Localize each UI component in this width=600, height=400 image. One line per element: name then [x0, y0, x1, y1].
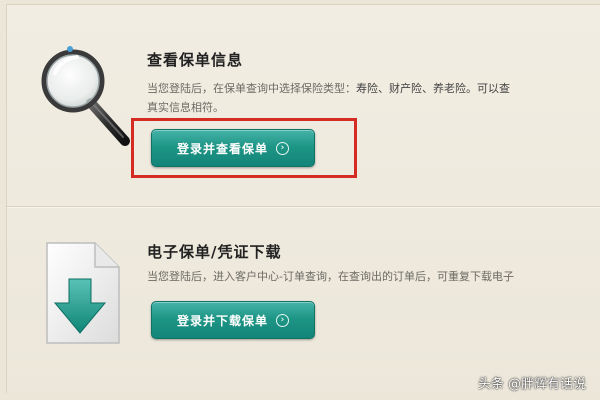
section-divider [7, 206, 600, 208]
download-policy-title: 电子保单/凭证下载 [147, 243, 282, 261]
view-policy-desc-line2: 真实信息相符。 [147, 101, 224, 114]
view-policy-section: 查看保单信息 当您登陆后，在保单查询中选择保险类型：寿险、财产险、养老险。可以查… [7, 5, 600, 205]
document-download-icon [46, 242, 120, 344]
watermark-text: 头条 @胖辉有话说 [477, 377, 586, 392]
login-view-policy-button[interactable]: 登录并查看保单 › [151, 129, 315, 167]
view-policy-description: 当您登陆后，在保单查询中选择保险类型：寿险、财产险、养老险。可以查 真实信息相符… [147, 79, 600, 117]
login-view-policy-label: 登录并查看保单 [176, 141, 268, 156]
view-policy-title: 查看保单信息 [147, 51, 244, 69]
download-policy-section: 电子保单/凭证下载 当您登陆后，进入客户中心-订单查询，在查询出的订单后，可重复… [7, 211, 600, 393]
circle-arrow-right-icon: › [276, 141, 289, 155]
view-policy-desc-prefix: 当您登陆后，在保单查询中选择保险类型： [147, 82, 356, 95]
insurance-policy-panel: 查看保单信息 当您登陆后，在保单查询中选择保险类型：寿险、财产险、养老险。可以查… [6, 4, 600, 393]
login-download-policy-button[interactable]: 登录并下载保单 › [151, 301, 315, 339]
magnifier-icon [41, 46, 130, 146]
login-download-policy-label: 登录并下载保单 [176, 313, 268, 328]
circle-arrow-right-icon: › [276, 313, 289, 327]
download-policy-description: 当您登陆后，进入客户中心-订单查询，在查询出的订单后，可重复下载电子 [147, 270, 514, 283]
view-policy-desc-types: 寿险、财产险、养老险。可以查 [356, 82, 510, 95]
